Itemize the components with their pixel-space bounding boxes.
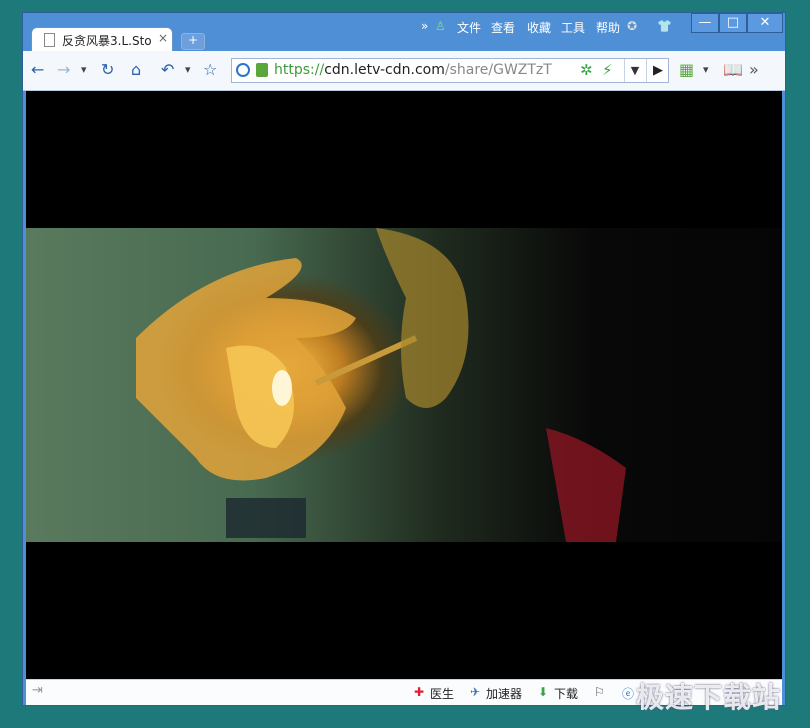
sidebar-toggle-icon[interactable]: ⇥ (32, 683, 43, 698)
speed-mode-icon[interactable]: ⚡ (602, 61, 613, 79)
medal-icon[interactable]: ✪ (627, 19, 637, 33)
undo-icon[interactable]: ↶ (161, 60, 174, 80)
globe-icon (236, 63, 250, 77)
user-icon[interactable]: ♙ (435, 19, 446, 33)
toolbar-more-chevron[interactable]: » (749, 60, 759, 80)
ie-mode-icon[interactable]: ⓔ (622, 685, 634, 702)
site-watermark: 极速下载站 (636, 681, 782, 714)
tab-title: 反贪风暴3.L.Sto (62, 34, 152, 48)
menu-item-help[interactable]: 帮助 (596, 19, 620, 36)
history-dropdown-icon[interactable]: ▾ (81, 60, 87, 80)
refresh-icon[interactable]: ↻ (101, 60, 114, 80)
url-path: /share/GWZTzT (444, 62, 552, 78)
flag-icon[interactable]: ⚐ (594, 685, 605, 699)
skin-shirt-icon[interactable]: 👕 (657, 19, 672, 33)
download-arrow-icon: ⬇ (538, 685, 549, 699)
title-bar: 反贪风暴3.L.Sto × + » ♙ 文件 查看 收藏 工具 帮助 ✪ 👕 —… (23, 13, 785, 52)
menu-item-favorites[interactable]: 收藏 (527, 19, 551, 36)
menu-item-tools[interactable]: 工具 (561, 19, 585, 36)
url-text[interactable]: https://cdn.letv-cdn.com/share/GWZTzT (274, 62, 572, 78)
accelerator-icon: ✈ (470, 685, 481, 699)
tab-active[interactable]: 反贪风暴3.L.Sto × (31, 27, 173, 52)
window-controls: — □ ✕ (691, 13, 783, 35)
forward-arrow-icon[interactable]: → (57, 60, 70, 80)
menu-more-chevron[interactable]: » (421, 19, 428, 33)
address-dropdown-icon[interactable]: ▼ (624, 59, 645, 82)
nav-toolbar: ← → ▾ ↻ ⌂ ↶ ▾ ☆ https://cdn.letv-cdn.com… (23, 51, 785, 91)
url-scheme: https:// (274, 62, 325, 78)
menu-item-view[interactable]: 查看 (491, 19, 515, 36)
close-button[interactable]: ✕ (747, 13, 783, 33)
back-arrow-icon[interactable]: ← (31, 60, 44, 80)
new-tab-button[interactable]: + (181, 33, 205, 50)
compat-refresh-icon[interactable]: ✲ (580, 61, 593, 79)
document-icon (44, 33, 55, 47)
accelerator-button[interactable]: 加速器 (486, 685, 522, 702)
lock-icon[interactable] (256, 63, 268, 77)
go-button[interactable]: ▶ (646, 59, 669, 82)
doctor-button[interactable]: 医生 (430, 685, 454, 702)
video-frame[interactable] (26, 228, 782, 542)
reading-mode-icon[interactable]: 📖 (723, 60, 743, 80)
page-viewport (26, 91, 782, 679)
menu-item-file[interactable]: 文件 (457, 19, 481, 36)
doctor-icon: ✚ (414, 685, 425, 699)
maximize-button[interactable]: □ (719, 13, 747, 33)
tab-close-icon[interactable]: × (158, 31, 168, 45)
download-button[interactable]: 下载 (554, 685, 578, 702)
apps-grid-icon[interactable]: ▦ (679, 60, 694, 80)
favorite-star-icon[interactable]: ☆ (203, 60, 217, 80)
video-scene-image (136, 228, 626, 542)
address-bar[interactable]: https://cdn.letv-cdn.com/share/GWZTzT ✲ … (231, 58, 669, 83)
home-icon[interactable]: ⌂ (131, 60, 141, 80)
browser-window: 反贪风暴3.L.Sto × + » ♙ 文件 查看 收藏 工具 帮助 ✪ 👕 —… (22, 12, 786, 706)
undo-dropdown-icon[interactable]: ▾ (185, 60, 191, 80)
url-host: cdn.letv-cdn.com (324, 62, 445, 78)
apps-dropdown-icon[interactable]: ▾ (703, 60, 709, 80)
minimize-button[interactable]: — (691, 13, 719, 33)
